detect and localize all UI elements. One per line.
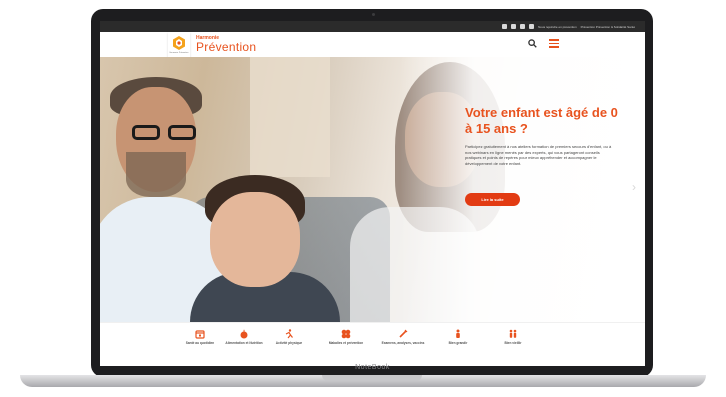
instagram-icon[interactable] [520,24,526,29]
category-bien-vieillir[interactable]: Bien vieillir [490,329,536,345]
accessibility-icon[interactable] [502,24,508,29]
hero-photo-father-beard [126,152,186,197]
hero-photo-child-head [210,192,300,287]
category-label: Examens, analyses, vaccins [381,341,425,345]
category-bien-grandir[interactable]: Bien grandir [435,329,481,345]
category-label: Bien grandir [448,341,468,345]
brand-name[interactable]: Prévention [196,40,256,54]
camera-icon [372,13,375,16]
read-more-button[interactable]: Lire la suite [465,193,520,206]
search-icon[interactable] [528,39,537,50]
device-brand-label: NoteBook [355,364,390,371]
logo-mark-icon [173,36,185,50]
facebook-icon[interactable] [511,24,517,29]
utility-link-solidarity[interactable]: Prévention Prévention & Solidarité Santé [581,25,635,29]
laptop-base-notch [322,375,422,381]
category-label: Bien vieillir [504,341,522,345]
category-alimentation[interactable]: Alimentation et Nutrition [221,329,267,345]
hero-banner: Votre enfant est âgé de 0 à 15 ans ? Par… [100,57,645,322]
category-examens[interactable]: Examens, analyses, vaccins [380,329,426,345]
utility-link-join[interactable]: Nous rejoindre en prévention [538,25,577,29]
hamburger-menu-icon[interactable] [549,39,559,48]
runner-icon [285,329,293,339]
calendar-icon [195,330,205,339]
hero-title: Votre enfant est âgé de 0 à 15 ans ? [465,105,618,136]
category-label: Santé au quotidien [185,341,215,345]
category-activite-physique[interactable]: Activité physique [266,329,312,345]
category-bar: Santé au quotidien Alimentation et Nutri… [100,322,645,366]
hero-photo-background [250,57,330,177]
category-sante-quotidien[interactable]: Santé au quotidien [177,329,223,345]
syringe-icon [399,329,408,338]
couple-icon [509,329,517,338]
virus-icon [341,329,351,339]
category-label: Maladies et prévention [328,341,364,345]
hero-text-overlay [400,57,645,322]
category-maladies[interactable]: Maladies et prévention [323,329,369,345]
site-header: Harmonie Prévention Harmonie Prévention [100,32,645,62]
chevron-right-icon[interactable]: › [632,180,636,194]
hero-description: Participez gratuitement à nos ateliers f… [465,144,612,166]
category-label: Activité physique [275,341,303,345]
utility-bar-links: Nous rejoindre en prévention Prévention … [502,21,635,32]
category-label: Alimentation et Nutrition [225,341,263,345]
apple-icon [240,329,248,339]
utility-bar: Nous rejoindre en prévention Prévention … [100,21,645,32]
youtube-icon[interactable] [529,24,535,29]
logo-caption: Harmonie Prévention [169,52,189,54]
child-icon [456,329,460,338]
hero-photo-glasses [132,125,204,141]
screen: Nous rejoindre en prévention Prévention … [100,21,645,366]
